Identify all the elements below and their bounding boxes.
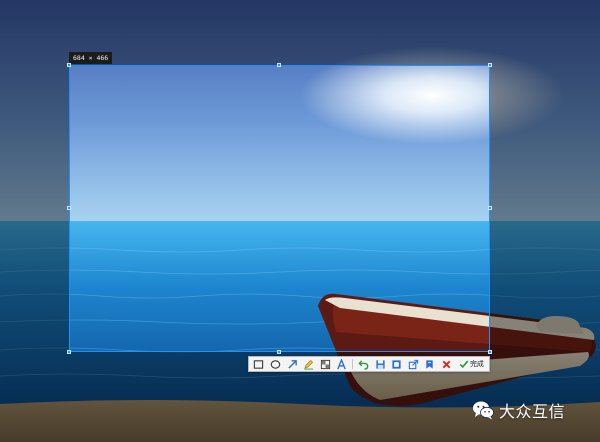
ellipse-icon	[270, 359, 281, 369]
arrow-tool[interactable]	[285, 358, 299, 370]
resize-handle-bottom-right[interactable]	[488, 350, 492, 354]
ellipse-tool[interactable]	[269, 358, 283, 370]
text-tool[interactable]	[335, 358, 349, 370]
resize-handle-top-left[interactable]	[67, 63, 71, 67]
undo-tool[interactable]	[356, 358, 370, 370]
capture-size-label: 684 × 466	[69, 52, 113, 64]
arrow-icon	[287, 359, 297, 369]
capture-toolbar: 完成	[248, 356, 490, 372]
checkmark-icon	[459, 360, 469, 369]
close-icon	[442, 360, 451, 368]
wechat-icon	[473, 401, 494, 420]
bookmark-icon	[426, 359, 433, 369]
resize-handle-right[interactable]	[488, 206, 492, 210]
undo-icon	[358, 359, 369, 370]
resize-handle-top-right[interactable]	[488, 63, 492, 67]
resize-handle-top[interactable]	[277, 63, 281, 67]
rectangle-tool[interactable]	[252, 358, 266, 370]
pen-tool[interactable]	[302, 358, 316, 370]
text-icon	[337, 358, 347, 369]
pin-tool[interactable]	[390, 358, 404, 370]
share-icon	[408, 359, 418, 369]
bookmark-tool[interactable]	[423, 358, 437, 370]
share-tool[interactable]	[406, 358, 420, 370]
pin-icon	[392, 359, 401, 369]
cancel-tool[interactable]	[439, 358, 453, 370]
watermark: 大众互信	[472, 399, 565, 421]
desktop-background	[0, 0, 600, 442]
done-button-label: 完成	[469, 360, 484, 368]
done-button[interactable]: 完成	[457, 358, 486, 370]
mosaic-tool[interactable]	[318, 358, 332, 370]
resize-handle-bottom[interactable]	[277, 350, 281, 354]
rectangle-icon	[254, 359, 264, 369]
resize-handle-bottom-left[interactable]	[67, 350, 71, 354]
save-icon	[375, 359, 385, 369]
toolbar-separator	[352, 359, 354, 369]
resize-handle-left[interactable]	[67, 206, 71, 210]
pen-icon	[304, 359, 314, 370]
save-tool[interactable]	[373, 358, 387, 370]
mosaic-icon	[320, 359, 330, 369]
watermark-text: 大众互信	[499, 402, 566, 421]
